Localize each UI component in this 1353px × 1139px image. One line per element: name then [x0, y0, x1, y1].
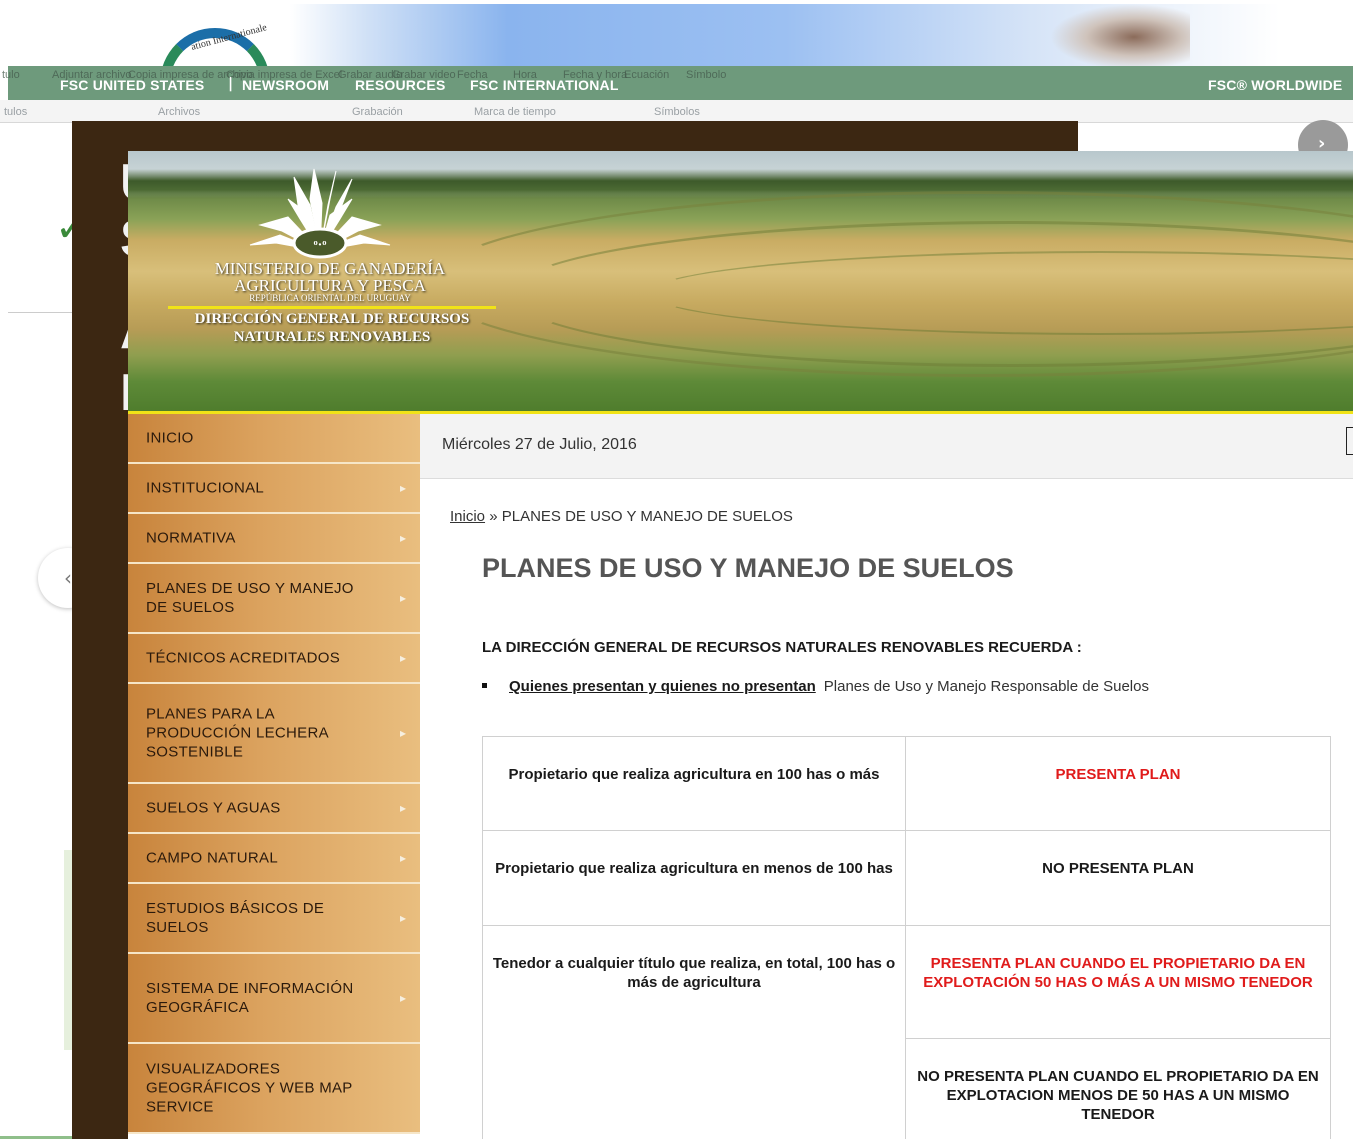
sidebar-item-inicio[interactable]: INICIO: [128, 414, 420, 464]
nav-resources[interactable]: RESOURCES: [355, 77, 445, 93]
svg-text:ᵒ·ᵒ: ᵒ·ᵒ: [314, 238, 327, 253]
submenu-arrow-icon: ▸: [399, 911, 406, 925]
submenu-arrow-icon: ▸: [399, 991, 406, 1005]
sidebar-item-institucional[interactable]: INSTITUCIONAL ▸: [128, 464, 420, 514]
sidebar-item-label: NORMATIVA: [146, 529, 236, 547]
sidebar-item-label: INICIO: [146, 429, 194, 447]
sidebar-item-tecnicos[interactable]: TÉCNICOS ACREDITADOS ▸: [128, 634, 420, 684]
page-title: PLANES DE USO Y MANEJO DE SUELOS: [482, 553, 1014, 583]
table-cell: PRESENTA PLAN: [905, 736, 1331, 831]
ghost-ribbon-group: Grabación: [352, 106, 403, 118]
table-cell: NO PRESENTA PLAN CUANDO EL PROPIETARIO D…: [905, 1038, 1331, 1139]
sidebar-item-campo-natural[interactable]: CAMPO NATURAL ▸: [128, 834, 420, 884]
sidebar-item-visualizadores[interactable]: VISUALIZADORES GEOGRÁFICOS Y WEB MAP SER…: [128, 1044, 420, 1134]
current-date: Miércoles 27 de Julio, 2016: [442, 436, 637, 453]
sidebar-item-label: ESTUDIOS BÁSICOS DE SUELOS: [146, 900, 325, 936]
table-cell: NO PRESENTA PLAN: [905, 830, 1331, 926]
breadcrumb: Inicio » PLANES DE USO Y MANEJO DE SUELO…: [450, 508, 793, 525]
mgap-website: ᵒ·ᵒ MINISTERIO DE GANADERÍA AGRICULTURA …: [128, 151, 1353, 1139]
search-box-edge[interactable]: [1346, 427, 1353, 455]
sidebar-item-label: VISUALIZADORES GEOGRÁFICOS Y WEB MAP SER…: [146, 1060, 353, 1116]
ghost-ribbon-group: Símbolos: [654, 106, 700, 118]
submenu-arrow-icon: ▸: [399, 591, 406, 605]
bullet-icon: [482, 682, 487, 688]
breadcrumb-separator: »: [489, 508, 498, 525]
sidebar-item-label: SUELOS Y AGUAS: [146, 799, 281, 817]
divider: [8, 312, 72, 313]
table-cell: PRESENTA PLAN CUANDO EL PROPIETARIO DA E…: [905, 925, 1331, 1039]
table-cell: Tenedor a cualquier título que realiza, …: [482, 925, 906, 1139]
submenu-arrow-icon: ▸: [399, 481, 406, 495]
sidebar-item-label: INSTITUCIONAL: [146, 479, 265, 497]
ghost-ribbon-item: Ecuación: [624, 69, 670, 81]
sidebar-item-suelos-aguas[interactable]: SUELOS Y AGUAS ▸: [128, 784, 420, 834]
nav-fsc-united-states[interactable]: FSC UNITED STATES: [60, 77, 204, 93]
sun-emblem-icon: ᵒ·ᵒ: [249, 168, 391, 259]
sidebar-item-sig[interactable]: SISTEMA DE INFORMACIÓN GEOGRÁFICA ▸: [128, 954, 420, 1044]
header-banner: ᵒ·ᵒ MINISTERIO DE GANADERÍA AGRICULTURA …: [128, 151, 1353, 414]
table-cell: Propietario que realiza agricultura en m…: [482, 830, 906, 926]
ghost-ribbon-group: Archivos: [158, 106, 201, 118]
submenu-arrow-icon: ▸: [399, 801, 406, 815]
sidebar-item-label: PLANES DE USO Y MANEJO DE SUELOS: [146, 580, 354, 616]
bullet-item: Quienes presentan y quienes no presentan…: [482, 678, 1149, 695]
nav-newsroom[interactable]: NEWSROOM: [242, 77, 329, 93]
reminder-heading: LA DIRECCIÓN GENERAL DE RECURSOS NATURAL…: [482, 639, 1082, 656]
sidebar-item-label: SISTEMA DE INFORMACIÓN GEOGRÁFICA: [146, 980, 354, 1016]
breadcrumb-home-link[interactable]: Inicio: [450, 508, 485, 525]
sidebar-item-label: CAMPO NATURAL: [146, 849, 278, 867]
submenu-arrow-icon: ▸: [399, 726, 406, 740]
nav-fsc-international[interactable]: FSC INTERNATIONAL: [470, 77, 619, 93]
nav-separator: |: [228, 76, 234, 92]
fsc-navbar: tulo Adjuntar archivo Copia impresa de a…: [2, 66, 1353, 100]
sidebar-item-produccion-lechera[interactable]: PLANES PARA LA PRODUCCIÓN LECHERA SOSTEN…: [128, 684, 420, 784]
table-cell: Propietario que realiza agricultura en 1…: [482, 736, 906, 831]
sidebar-item-planes-uso[interactable]: PLANES DE USO Y MANEJO DE SUELOS ▸: [128, 564, 420, 634]
sidebar-item-label: PLANES PARA LA PRODUCCIÓN LECHERA SOSTEN…: [146, 705, 329, 761]
submenu-arrow-icon: ▸: [399, 651, 406, 665]
submenu-arrow-icon: ▸: [399, 531, 406, 545]
fsc-banner-photo: [1050, 4, 1190, 68]
sidebar-menu: INICIO INSTITUCIONAL ▸ NORMATIVA ▸ PLANE…: [128, 414, 420, 1139]
date-bar: Miércoles 27 de Julio, 2016: [420, 414, 1353, 479]
nav-fsc-worldwide[interactable]: FSC® WORLDWIDE: [1208, 77, 1342, 93]
breadcrumb-current: PLANES DE USO Y MANEJO DE SUELOS: [501, 508, 793, 525]
ghost-ribbon-group: Marca de tiempo: [474, 106, 556, 118]
ghost-ribbon-item: Símbolo: [686, 69, 727, 81]
chevron-left-icon: ‹: [64, 566, 72, 590]
sidebar-item-label: TÉCNICOS ACREDITADOS: [146, 649, 341, 667]
sidebar-item-estudios-basicos[interactable]: ESTUDIOS BÁSICOS DE SUELOS ▸: [128, 884, 420, 954]
bullet-text: Planes de Uso y Manejo Responsable de Su…: [823, 678, 1149, 695]
submenu-arrow-icon: ▸: [399, 851, 406, 865]
direction-name-line2: NATURALES RENOVABLES: [233, 329, 431, 345]
ministry-divider: [168, 306, 496, 309]
ghost-ribbon-item: tulo: [2, 69, 20, 81]
direction-name-line1: DIRECCIÓN GENERAL DE RECURSOS: [194, 311, 470, 327]
who-presents-link[interactable]: Quienes presentan y quienes no presentan: [509, 678, 816, 695]
ghost-ribbon-label: tulos: [4, 106, 28, 118]
ministry-country: REPÚBLICA ORIENTAL DEL URUGUAY: [249, 293, 411, 303]
sidebar-item-normativa[interactable]: NORMATIVA ▸: [128, 514, 420, 564]
